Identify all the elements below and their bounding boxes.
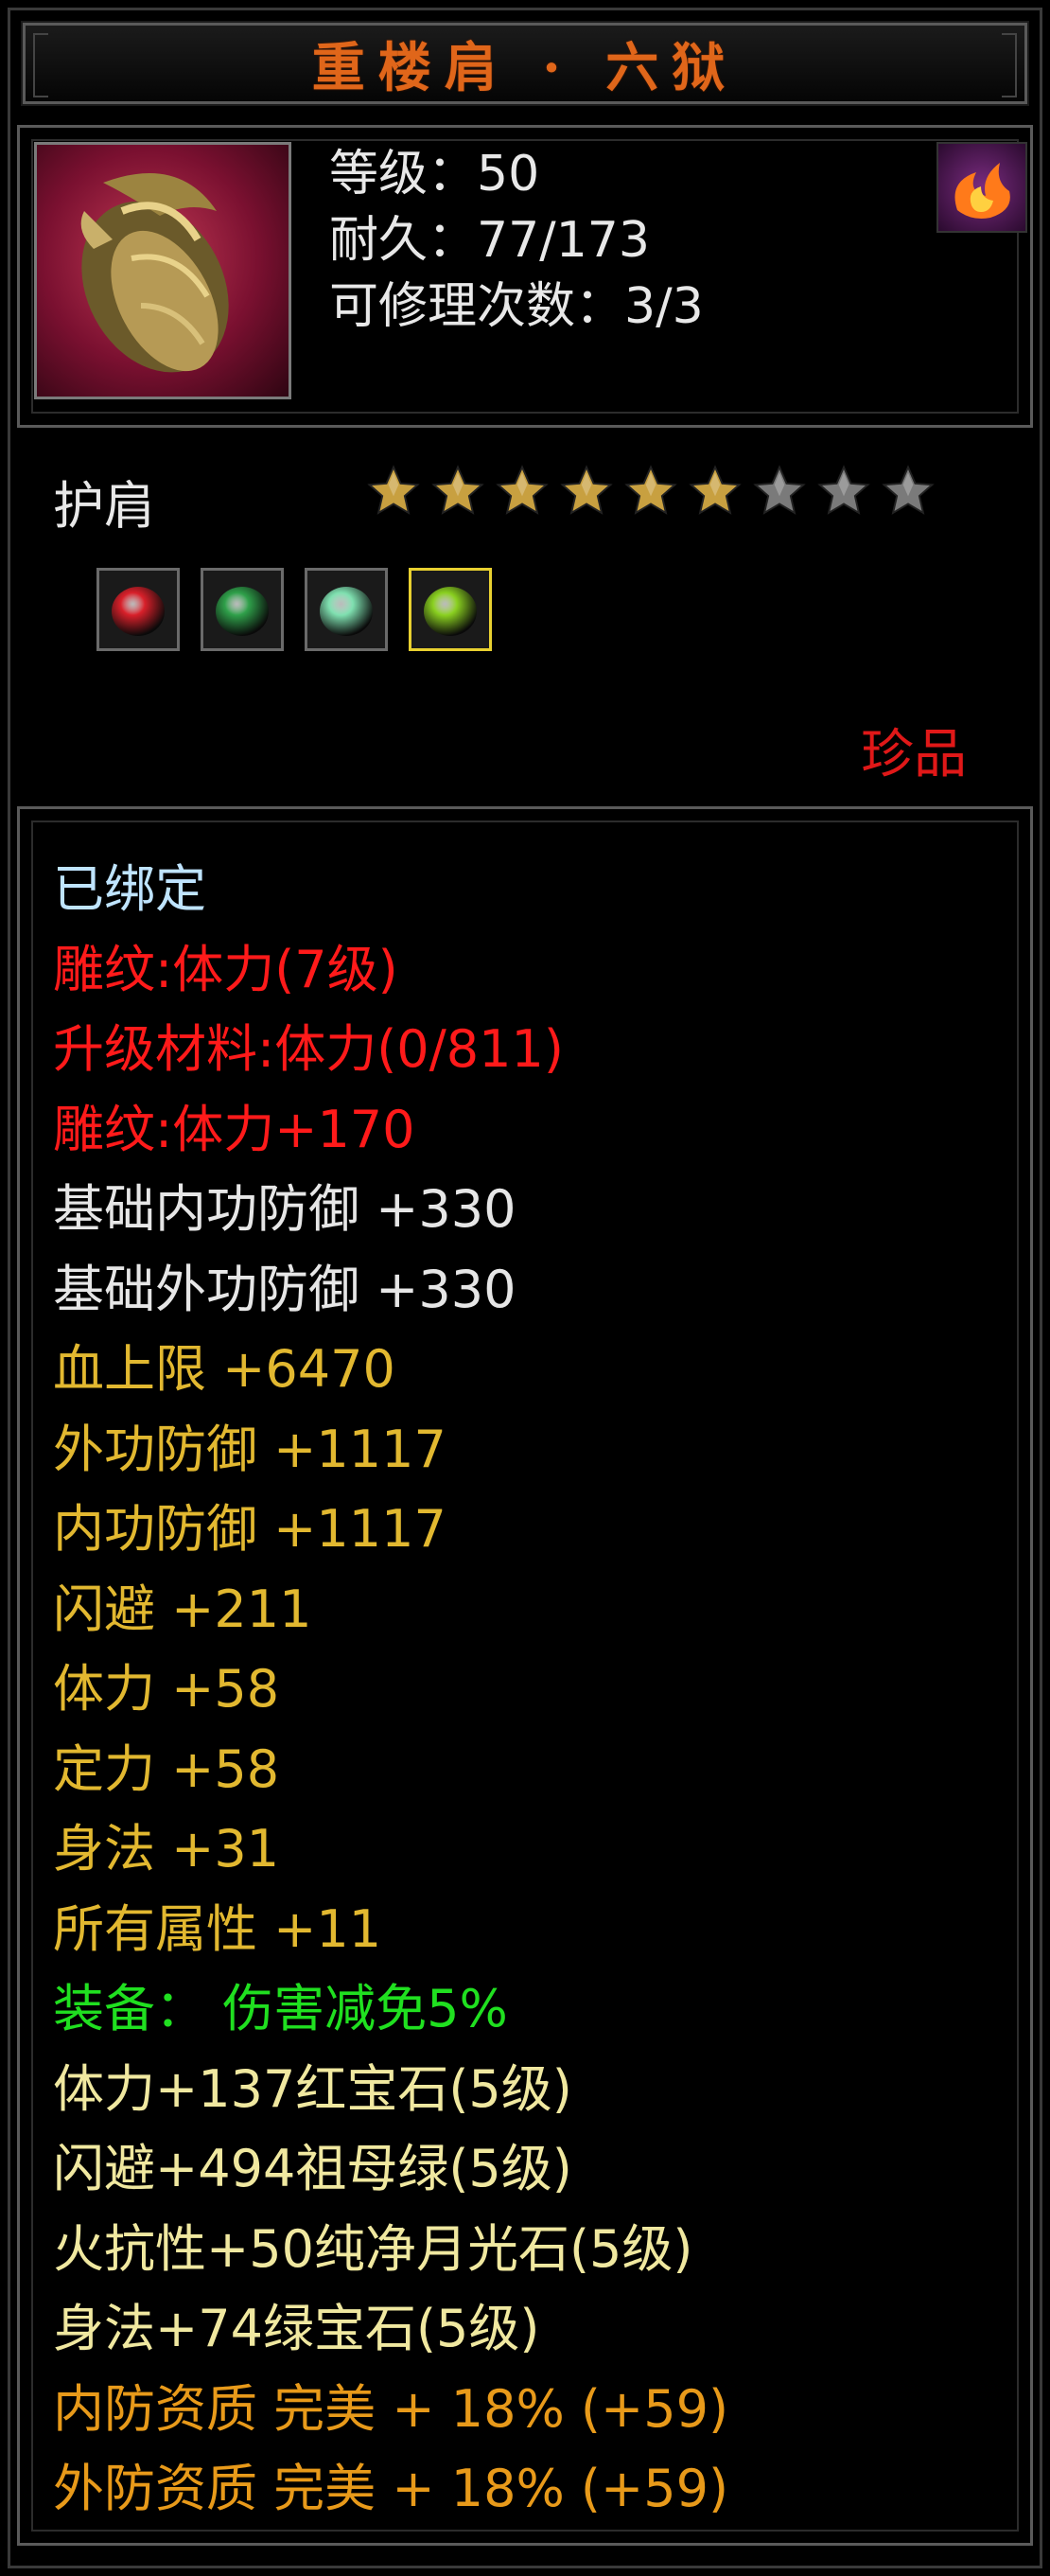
attribute-line: 体力 +58 <box>53 1659 280 1719</box>
flame-emblem-icon[interactable] <box>936 142 1027 233</box>
star-empty-icon <box>751 460 808 522</box>
level-text: 等级：50 <box>329 146 540 203</box>
star-rating <box>365 460 936 526</box>
green-ring-gem-icon[interactable] <box>201 568 284 651</box>
item-title: 重楼肩 · 六狱 <box>311 36 739 99</box>
star-filled-icon <box>622 460 679 522</box>
attribute-line: 基础内功防御 +330 <box>53 1179 516 1239</box>
item-type-label: 护肩 <box>53 476 155 536</box>
attribute-line: 体力+137红宝石(5级) <box>53 2058 572 2119</box>
attribute-line: 外防资质 完美 + 18% (+59) <box>53 2459 729 2518</box>
attribute-line: 雕纹:体力+170 <box>53 1099 415 1159</box>
attribute-line: 基础外功防御 +330 <box>53 1259 516 1319</box>
attribute-line: 闪避+494祖母绿(5级) <box>53 2139 572 2198</box>
star-empty-icon <box>880 460 936 522</box>
star-filled-icon <box>429 460 486 522</box>
green-gem-icon[interactable] <box>409 568 492 651</box>
title-bar: 重楼肩 · 六狱 <box>21 21 1029 106</box>
attribute-line: 闪避 +211 <box>53 1579 312 1639</box>
attribute-list: 已绑定雕纹:体力(7级) 升级材料:体力(0/811) 雕纹:体力+170 基础内功防… <box>53 850 728 2530</box>
attribute-line: 血上限 +6470 <box>53 1339 395 1399</box>
attribute-line: 装备： 伤害减免5% <box>53 1979 508 2038</box>
moonstone-gem-icon[interactable] <box>305 568 388 651</box>
attribute-line: 身法 +31 <box>53 1819 280 1879</box>
attribute-line: 已绑定 <box>53 859 206 919</box>
rarity-label: 珍品 <box>861 724 967 785</box>
repair-count-text: 可修理次数：3/3 <box>329 278 704 335</box>
red-gem-icon[interactable] <box>96 568 180 651</box>
attribute-line: 内功防御 +1117 <box>53 1499 446 1559</box>
title-corner-right <box>1002 33 1017 97</box>
attribute-line: 雕纹:体力(7级) <box>53 939 398 999</box>
attribute-line: 所有属性 +11 <box>53 1898 382 1959</box>
durability-text: 耐久：77/173 <box>329 212 650 269</box>
attribute-line: 外功防御 +1117 <box>53 1419 446 1479</box>
star-empty-icon <box>815 460 872 522</box>
gem-slots <box>96 568 492 651</box>
attribute-line: 定力 +58 <box>53 1738 280 1799</box>
attribute-line: 火抗性+50纯净月光石(5级) <box>53 2218 693 2279</box>
star-filled-icon <box>365 460 422 522</box>
star-filled-icon <box>558 460 615 522</box>
attribute-line: 内防资质 完美 + 18% (+59) <box>53 2378 729 2439</box>
title-corner-left <box>33 33 48 97</box>
attribute-line: 身法+74绿宝石(5级) <box>53 2299 540 2358</box>
attribute-line: 升级材料:体力(0/811) <box>53 1019 564 1079</box>
star-filled-icon <box>687 460 744 522</box>
star-filled-icon <box>494 460 551 522</box>
dragon-shoulder-armor-icon[interactable] <box>34 142 291 399</box>
